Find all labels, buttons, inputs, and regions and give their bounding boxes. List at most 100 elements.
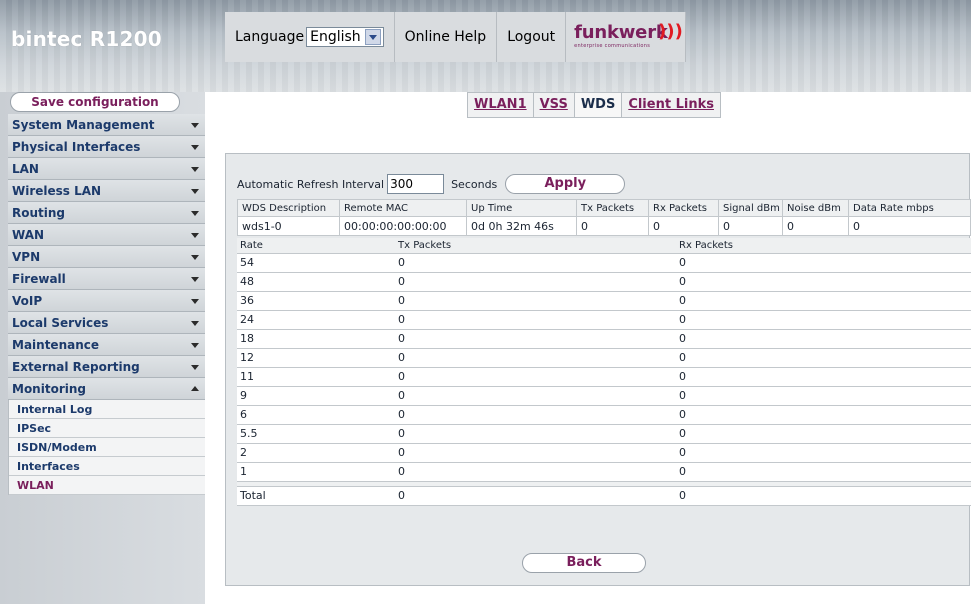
chevron-down-icon[interactable]	[364, 29, 381, 45]
save-configuration-button[interactable]: Save configuration	[10, 92, 180, 112]
sidebar-item-maintenance[interactable]: Maintenance	[8, 334, 205, 356]
back-button[interactable]: Back	[522, 553, 646, 573]
sidebar-item-firewall[interactable]: Firewall	[8, 268, 205, 290]
table-row: 12 0 0	[237, 348, 971, 368]
table-row: wds1-0 00:00:00:00:00:00 0d 0h 32m 46s 0…	[237, 216, 971, 236]
rate-cell: 1	[237, 462, 395, 482]
apply-button[interactable]: Apply	[505, 174, 626, 194]
wds-panel: Automatic Refresh Interval Seconds Apply…	[225, 153, 971, 586]
tx-cell: 0	[395, 310, 676, 330]
sidebar-nav: System Management Physical Interfaces LA…	[8, 114, 205, 495]
sidebar-item-label: Monitoring	[12, 382, 86, 396]
tx-cell: 0	[395, 329, 676, 349]
tab-wlan1[interactable]: WLAN1	[468, 93, 534, 117]
logout-link[interactable]: Logout	[497, 12, 567, 62]
sidebar-item-lan[interactable]: LAN	[8, 158, 205, 180]
sidebar-item-monitoring[interactable]: Monitoring	[8, 378, 205, 400]
sidebar-item-label: LAN	[12, 162, 39, 176]
sidebar-item-system-management[interactable]: System Management	[8, 114, 205, 136]
language-label: Language	[235, 29, 305, 45]
sidebar-item-physical-interfaces[interactable]: Physical Interfaces	[8, 136, 205, 158]
refresh-row: Automatic Refresh Interval Seconds Apply	[237, 173, 626, 195]
sidebar-item-label: External Reporting	[12, 360, 140, 374]
column-header: Signal dBm	[718, 199, 783, 217]
table-row: 24 0 0	[237, 310, 971, 330]
tab-wds[interactable]: WDS	[574, 93, 623, 117]
sidebar-item-voip[interactable]: VoIP	[8, 290, 205, 312]
refresh-label: Automatic Refresh Interval	[237, 177, 385, 191]
column-header: Tx Packets	[576, 199, 649, 217]
online-help-link[interactable]: Online Help	[394, 12, 498, 62]
refresh-interval-input[interactable]	[387, 174, 445, 194]
tx-cell: 0	[395, 253, 676, 273]
language-select-value: English	[310, 29, 361, 45]
sidebar-item-label: Wireless LAN	[12, 184, 102, 198]
table-row: 5.5 0 0	[237, 424, 971, 444]
caret-down-icon	[191, 365, 199, 370]
submenu-item-internal-log[interactable]: Internal Log	[9, 400, 205, 419]
rx-cell: 0	[676, 310, 971, 330]
column-header: Rx Packets	[676, 238, 971, 254]
rx-cell: 0	[676, 443, 971, 463]
table-row: 100	[237, 462, 971, 482]
table-cell: 0	[576, 216, 649, 236]
language-select[interactable]: English	[306, 27, 384, 47]
tx-cell: 0	[395, 386, 676, 406]
sidebar-item-local-services[interactable]: Local Services	[8, 312, 205, 334]
rx-cell: 0	[676, 405, 971, 425]
brand-title: bintec R1200	[11, 27, 162, 51]
submenu-item-wlan[interactable]: WLAN	[9, 476, 205, 495]
rate-cell: 2	[237, 443, 395, 463]
rate-table: Rate Tx Packets Rx Packets 54 0 0 48 0 0 36 0…	[237, 238, 971, 506]
table-row: 54 0 0	[237, 253, 971, 273]
tx-cell: 0	[395, 443, 676, 463]
sidebar-item-external-reporting[interactable]: External Reporting	[8, 356, 205, 378]
sidebar: Save configuration System Management Phy…	[0, 92, 205, 604]
submenu-item-interfaces[interactable]: Interfaces	[9, 457, 205, 476]
rate-cell: 11	[237, 367, 395, 387]
caret-up-icon	[191, 386, 199, 391]
tx-cell: 0	[395, 367, 676, 387]
caret-down-icon	[191, 145, 199, 150]
sidebar-item-wan[interactable]: WAN	[8, 224, 205, 246]
caret-down-icon	[191, 299, 199, 304]
column-header: Rate	[237, 238, 395, 254]
rate-cell: 18	[237, 329, 395, 349]
sidebar-item-wireless-lan[interactable]: Wireless LAN	[8, 180, 205, 202]
submenu-item-isdn-modem[interactable]: ISDN/Modem	[9, 438, 205, 457]
tx-cell: 0	[395, 424, 676, 444]
sidebar-item-vpn[interactable]: VPN	[8, 246, 205, 268]
table-cell: 00:00:00:00:00:00	[339, 216, 467, 236]
table-cell: 0	[718, 216, 783, 236]
caret-down-icon	[191, 123, 199, 128]
rx-cell: 0	[676, 367, 971, 387]
tab-vss[interactable]: VSS	[534, 93, 575, 117]
sidebar-item-routing[interactable]: Routing	[8, 202, 205, 224]
table-header-row: WDS Description Remote MAC Up Time Tx Pa…	[237, 199, 971, 217]
tab-bar: WLAN1 VSS WDS Client Links	[467, 92, 721, 118]
rate-cell: 9	[237, 386, 395, 406]
language-box: Language English	[225, 12, 395, 62]
tab-client-links[interactable]: Client Links	[622, 93, 720, 117]
rx-cell: 0	[676, 291, 971, 311]
table-total-row: Total 0 0	[237, 486, 971, 506]
rate-cell: 48	[237, 272, 395, 292]
table-row: 18 0 0	[237, 329, 971, 349]
column-header: Up Time	[466, 199, 577, 217]
wds-table: WDS Description Remote MAC Up Time Tx Pa…	[237, 199, 971, 236]
rx-cell: 0	[676, 348, 971, 368]
rate-cell: 12	[237, 348, 395, 368]
tx-cell: 0	[395, 291, 676, 311]
table-row: 900	[237, 386, 971, 406]
total-tx-cell: 0	[395, 486, 676, 506]
top-toolbar: Language English Online Help Logout funk…	[225, 12, 687, 62]
sidebar-item-label: Maintenance	[12, 338, 100, 352]
caret-down-icon	[191, 211, 199, 216]
table-row: 200	[237, 443, 971, 463]
submenu-item-ipsec[interactable]: IPSec	[9, 419, 205, 438]
main-area: WLAN1 VSS WDS Client Links Automatic Ref…	[205, 92, 971, 604]
rx-cell: 0	[676, 462, 971, 482]
sidebar-item-label: WAN	[12, 228, 45, 242]
logo-waves-icon: )))	[658, 21, 683, 42]
refresh-unit: Seconds	[451, 177, 498, 191]
